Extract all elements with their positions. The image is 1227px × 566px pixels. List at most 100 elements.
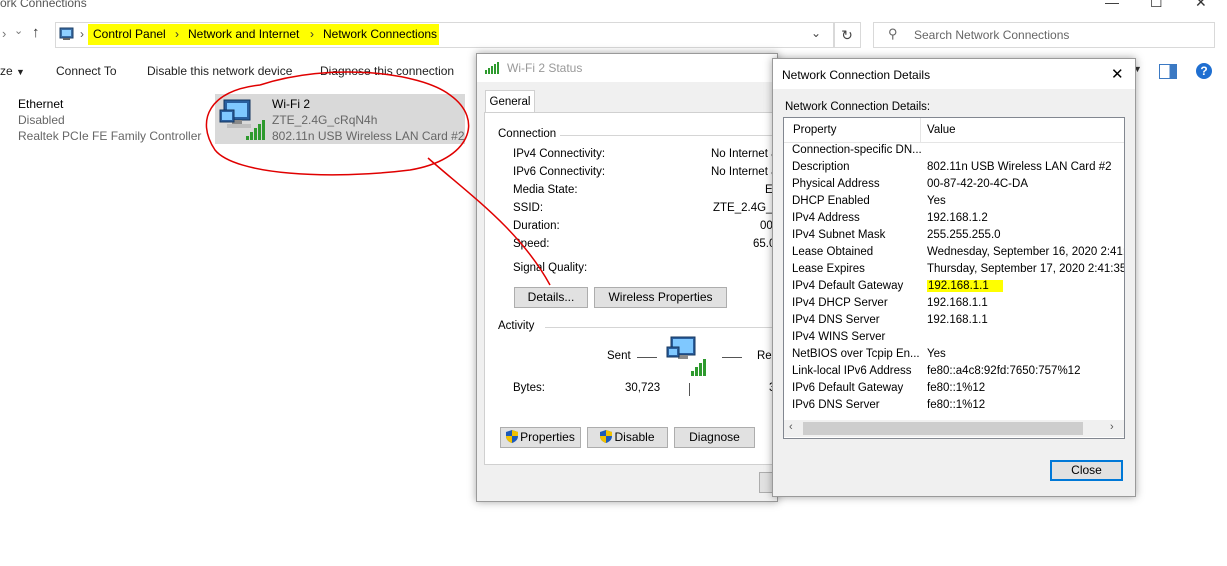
wifi-status-dialog: Wi-Fi 2 Status General Connection IPv4 C…	[476, 53, 779, 502]
property-cell: Lease Obtained	[792, 246, 874, 258]
address-bar[interactable]: › Control Panel › Network and Internet ›…	[55, 22, 835, 48]
details-button[interactable]: Details...	[514, 287, 588, 308]
dropdown-arrow-icon: ▼	[16, 67, 25, 77]
properties-button[interactable]: Properties	[500, 427, 581, 448]
bytes-sent-value: 30,723	[625, 382, 661, 394]
value-cell: 255.255.255.0	[927, 229, 1001, 241]
horizontal-scrollbar[interactable]: ‹ ›	[784, 420, 1124, 437]
property-cell: Connection-specific DN...	[792, 144, 922, 156]
connect-to-button[interactable]: Connect To	[56, 64, 117, 78]
signal-quality-label: Signal Quality:	[513, 262, 588, 274]
diagnose-button[interactable]: Diagnose	[674, 427, 755, 448]
list-item[interactable]: Link-local IPv6 Address fe80::a4c8:92fd:7…	[784, 365, 1124, 382]
uac-shield-icon	[506, 430, 519, 443]
details-dialog-titlebar: Network Connection Details ✕	[773, 59, 1135, 89]
ipv4-connectivity-label: IPv4 Connectivity:	[513, 148, 606, 160]
value-cell: fe80::1%12	[927, 382, 986, 394]
list-item[interactable]: IPv4 DNS Server 192.168.1.1	[784, 314, 1124, 331]
connection-status: Disabled	[18, 113, 65, 127]
sent-label: Sent	[607, 350, 631, 362]
breadcrumb-control-panel[interactable]: Control Panel	[93, 27, 166, 41]
search-placeholder: Search Network Connections	[914, 28, 1070, 42]
list-item[interactable]: IPv4 Default Gateway 192.168.1.1	[784, 280, 1124, 297]
property-cell: Description	[792, 161, 850, 173]
property-cell: IPv4 DNS Server	[792, 314, 880, 326]
gateway-value-highlighted: 192.168.1.1	[927, 280, 1003, 292]
maximize-icon[interactable]: ☐	[1150, 0, 1163, 11]
list-item[interactable]: IPv4 Subnet Mask 255.255.255.0	[784, 229, 1124, 246]
uac-shield-icon	[600, 430, 613, 443]
help-icon[interactable]: ?	[1196, 63, 1212, 79]
close-window-icon[interactable]: ✕	[1195, 0, 1207, 11]
ipv6-connectivity-label: IPv6 Connectivity:	[513, 166, 606, 178]
connection-name: Ethernet	[18, 97, 64, 111]
address-dropdown-icon[interactable]: ⌄	[811, 26, 821, 40]
list-item[interactable]: Physical Address 00-87-42-20-4C-DA	[784, 178, 1124, 195]
property-cell: IPv6 DNS Server	[792, 399, 880, 411]
list-item[interactable]: Lease Expires Thursday, September 17, 202…	[784, 263, 1124, 280]
status-dialog-title: Wi-Fi 2 Status	[507, 61, 583, 75]
list-item[interactable]: NetBIOS over Tcpip En... Yes	[784, 348, 1124, 365]
ipv6-connectivity-value: No Internet a	[711, 166, 778, 178]
column-header-property[interactable]: Property	[793, 124, 836, 136]
breadcrumb-network-and-internet[interactable]: Network and Internet	[188, 27, 299, 41]
activity-computer-icon	[666, 336, 706, 376]
close-button[interactable]: Close	[1050, 460, 1123, 481]
property-cell: Lease Expires	[792, 263, 865, 275]
tab-general[interactable]: General	[485, 90, 535, 113]
connection-status: ZTE_2.4G_cRqN4h	[272, 113, 378, 127]
ipv4-connectivity-value: No Internet a	[711, 148, 778, 160]
refresh-icon[interactable]: ↻	[833, 22, 861, 48]
activity-header: Activity	[498, 320, 535, 332]
list-item[interactable]: IPv6 Default Gateway fe80::1%12	[784, 382, 1124, 399]
list-item[interactable]: DHCP Enabled Yes	[784, 195, 1124, 212]
connection-ethernet[interactable]: Ethernet Disabled Realtek PCIe FE Family…	[0, 94, 201, 146]
wireless-properties-button[interactable]: Wireless Properties	[594, 287, 727, 308]
disable-device-button[interactable]: Disable this network device	[147, 64, 292, 78]
disable-label: Disable	[614, 430, 655, 444]
list-item[interactable]: IPv4 WINS Server	[784, 331, 1124, 348]
value-cell: 192.168.1.1	[927, 314, 988, 326]
value-cell: Yes	[927, 348, 946, 360]
breadcrumb-separator-icon: ›	[80, 27, 84, 41]
property-cell: IPv4 Subnet Mask	[792, 229, 886, 241]
details-list-header: Property Value	[784, 118, 1124, 143]
scrollbar-thumb[interactable]	[803, 422, 1083, 435]
scroll-left-icon[interactable]: ‹	[789, 421, 793, 433]
minimize-icon[interactable]: —	[1105, 0, 1119, 10]
list-item[interactable]: IPv4 Address 192.168.1.2	[784, 212, 1124, 229]
list-item[interactable]: IPv4 DHCP Server 192.168.1.1	[784, 297, 1124, 314]
property-cell: IPv4 DHCP Server	[792, 297, 888, 309]
diagnose-connection-button[interactable]: Diagnose this connection	[320, 64, 454, 78]
disable-button[interactable]: Disable	[587, 427, 668, 448]
list-item[interactable]: Description 802.11n USB Wireless LAN Card…	[784, 161, 1124, 178]
list-item[interactable]: Lease Obtained Wednesday, September 16, 2…	[784, 246, 1124, 263]
organize-button[interactable]: ze ▼	[0, 64, 25, 78]
value-cell: 802.11n USB Wireless LAN Card #2	[927, 161, 1112, 173]
list-item[interactable]: Connection-specific DN...	[784, 144, 1124, 161]
value-cell: 192.168.1.1	[927, 297, 988, 309]
divider	[560, 135, 775, 136]
list-item[interactable]: IPv6 DNS Server fe80::1%12	[784, 399, 1124, 416]
property-cell: Physical Address	[792, 178, 880, 190]
forward-icon[interactable]: ›	[2, 26, 6, 41]
close-icon[interactable]: ✕	[1111, 65, 1124, 83]
column-header-value[interactable]: Value	[927, 124, 956, 136]
connection-wifi-2[interactable]: Wi-Fi 2 ZTE_2.4G_cRqN4h 802.11n USB Wire…	[215, 94, 465, 144]
bytes-label: Bytes:	[513, 382, 545, 394]
value-cell: Wednesday, September 16, 2020 2:41:35	[927, 246, 1125, 258]
search-box[interactable]: ⚲ Search Network Connections	[873, 22, 1215, 48]
value-cell: fe80::1%12	[927, 399, 986, 411]
preview-pane-icon[interactable]	[1159, 64, 1177, 79]
speed-label: Speed:	[513, 238, 550, 250]
scroll-right-icon[interactable]: ›	[1110, 421, 1114, 433]
breadcrumb-network-connections[interactable]: Network Connections	[323, 27, 437, 41]
recent-dropdown-icon[interactable]: ⌄	[14, 24, 23, 37]
column-divider[interactable]	[920, 118, 921, 142]
up-icon[interactable]: ↑	[32, 24, 40, 41]
details-list[interactable]: Property Value Connection-specific DN...…	[783, 117, 1125, 439]
property-cell: IPv6 Default Gateway	[792, 382, 904, 394]
value-cell: Thursday, September 17, 2020 2:41:35 P	[927, 263, 1125, 275]
property-cell: DHCP Enabled	[792, 195, 870, 207]
breadcrumb-separator-icon: ›	[175, 27, 179, 41]
